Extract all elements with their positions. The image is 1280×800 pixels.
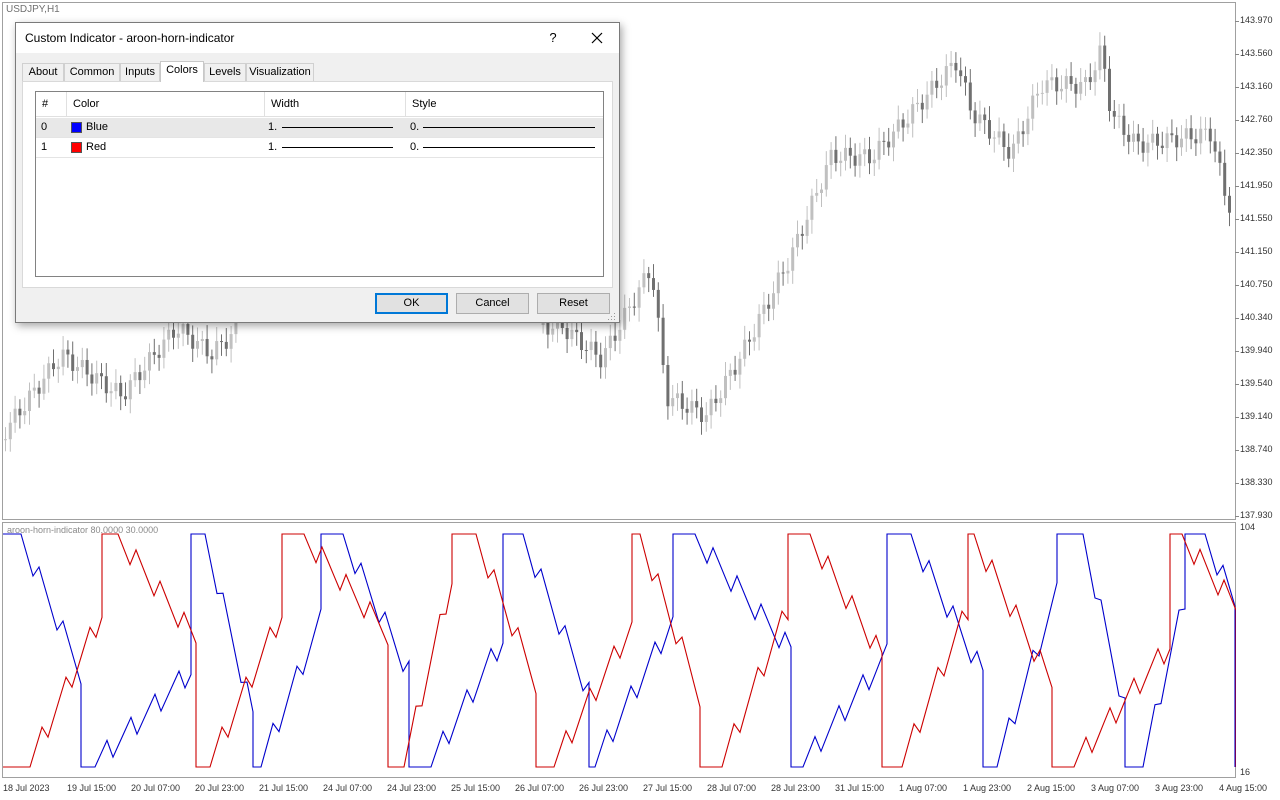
help-button[interactable]: ? [543,28,563,48]
indicator-scale-min: 16 [1240,767,1251,777]
aroon-down-line [3,533,1236,768]
price-label: 141.950 [1240,180,1273,190]
width-value[interactable]: 1. [268,118,277,137]
price-tick [1235,219,1239,220]
color-swatch[interactable] [71,122,82,133]
style-value[interactable]: 0. [410,138,419,157]
width-line-preview [282,127,393,128]
table-row[interactable]: 1 Red 1. 0. [36,138,603,158]
tab-inputs[interactable]: Inputs [120,63,160,81]
style-line-preview [423,127,595,128]
price-tick [1235,252,1239,253]
time-label: 26 Jul 23:00 [579,783,629,793]
colors-tab-panel: # Color Width Style 0 Blue 1. 0. 1 Red 1… [22,81,613,288]
column-header-style[interactable]: Style [406,92,603,117]
time-label: 28 Jul 07:00 [707,783,757,793]
price-tick [1235,153,1239,154]
time-label: 18 Jul 2023 [3,783,50,793]
time-label: 19 Jul 15:00 [67,783,117,793]
price-tick [1235,120,1239,121]
time-label: 27 Jul 15:00 [643,783,693,793]
color-name[interactable]: Blue [86,118,108,137]
price-label: 142.350 [1240,147,1273,157]
price-label: 141.150 [1240,246,1273,256]
price-label: 138.740 [1240,444,1273,454]
tab-visualization[interactable]: Visualization [246,63,314,81]
time-label: 21 Jul 15:00 [259,783,309,793]
time-label: 28 Jul 23:00 [771,783,821,793]
ok-button[interactable]: OK [375,293,448,314]
time-label: 24 Jul 07:00 [323,783,373,793]
price-tick [1235,285,1239,286]
price-label: 143.560 [1240,48,1273,58]
price-label: 140.750 [1240,279,1273,289]
time-label: 3 Aug 23:00 [1155,783,1204,793]
price-tick [1235,516,1239,517]
row-index: 1 [41,141,48,153]
tab-levels[interactable]: Levels [204,63,246,81]
width-value[interactable]: 1. [268,138,277,157]
tab-colors[interactable]: Colors [160,61,204,82]
time-label: 20 Jul 07:00 [131,783,181,793]
style-value[interactable]: 0. [410,118,419,137]
cancel-button[interactable]: Cancel [456,293,529,314]
price-tick [1235,417,1239,418]
price-tick [1235,384,1239,385]
price-tick [1235,21,1239,22]
price-tick [1235,186,1239,187]
reset-button[interactable]: Reset [537,293,610,314]
price-label: 141.550 [1240,213,1273,223]
price-label: 139.140 [1240,411,1273,421]
color-name[interactable]: Red [86,138,106,157]
time-label: 25 Jul 15:00 [451,783,501,793]
price-tick [1235,54,1239,55]
dialog-title: Custom Indicator - aroon-horn-indicator [25,31,235,45]
time-label: 2 Aug 15:00 [1027,783,1076,793]
column-header-width[interactable]: Width [265,92,406,117]
price-label: 138.330 [1240,477,1273,487]
price-tick [1235,483,1239,484]
style-line-preview [423,147,595,148]
width-line-preview [282,147,393,148]
price-label: 139.540 [1240,378,1273,388]
price-tick [1235,318,1239,319]
price-label: 143.160 [1240,81,1273,91]
tab-about[interactable]: About [22,63,64,81]
time-label: 3 Aug 07:00 [1091,783,1140,793]
price-label: 139.940 [1240,345,1273,355]
column-header-color[interactable]: Color [67,92,265,117]
time-label: 1 Aug 07:00 [899,783,948,793]
aroon-up-line [3,533,1236,768]
price-tick [1235,87,1239,88]
table-row[interactable]: 0 Blue 1. 0. [36,118,603,138]
row-index: 0 [41,121,48,133]
time-label: 24 Jul 23:00 [387,783,437,793]
price-tick [1235,351,1239,352]
colors-table: # Color Width Style 0 Blue 1. 0. 1 Red 1… [35,91,604,277]
time-label: 4 Aug 15:00 [1219,783,1268,793]
tab-common[interactable]: Common [64,63,120,81]
price-label: 137.930 [1240,510,1273,520]
price-label: 140.340 [1240,312,1273,322]
dialog-title-bar[interactable]: Custom Indicator - aroon-horn-indicator … [16,23,619,53]
time-label: 26 Jul 07:00 [515,783,565,793]
close-icon[interactable] [585,27,609,49]
price-tick [1235,450,1239,451]
time-label: 20 Jul 23:00 [195,783,245,793]
color-swatch[interactable] [71,142,82,153]
time-label: 1 Aug 23:00 [963,783,1012,793]
time-label: 31 Jul 15:00 [835,783,885,793]
price-label: 143.970 [1240,15,1273,25]
custom-indicator-dialog: Custom Indicator - aroon-horn-indicator … [15,22,620,323]
indicator-scale-max: 104 [1240,522,1256,532]
price-label: 142.760 [1240,114,1273,124]
column-header-index[interactable]: # [36,92,67,117]
resize-grip-icon[interactable] [608,313,616,321]
